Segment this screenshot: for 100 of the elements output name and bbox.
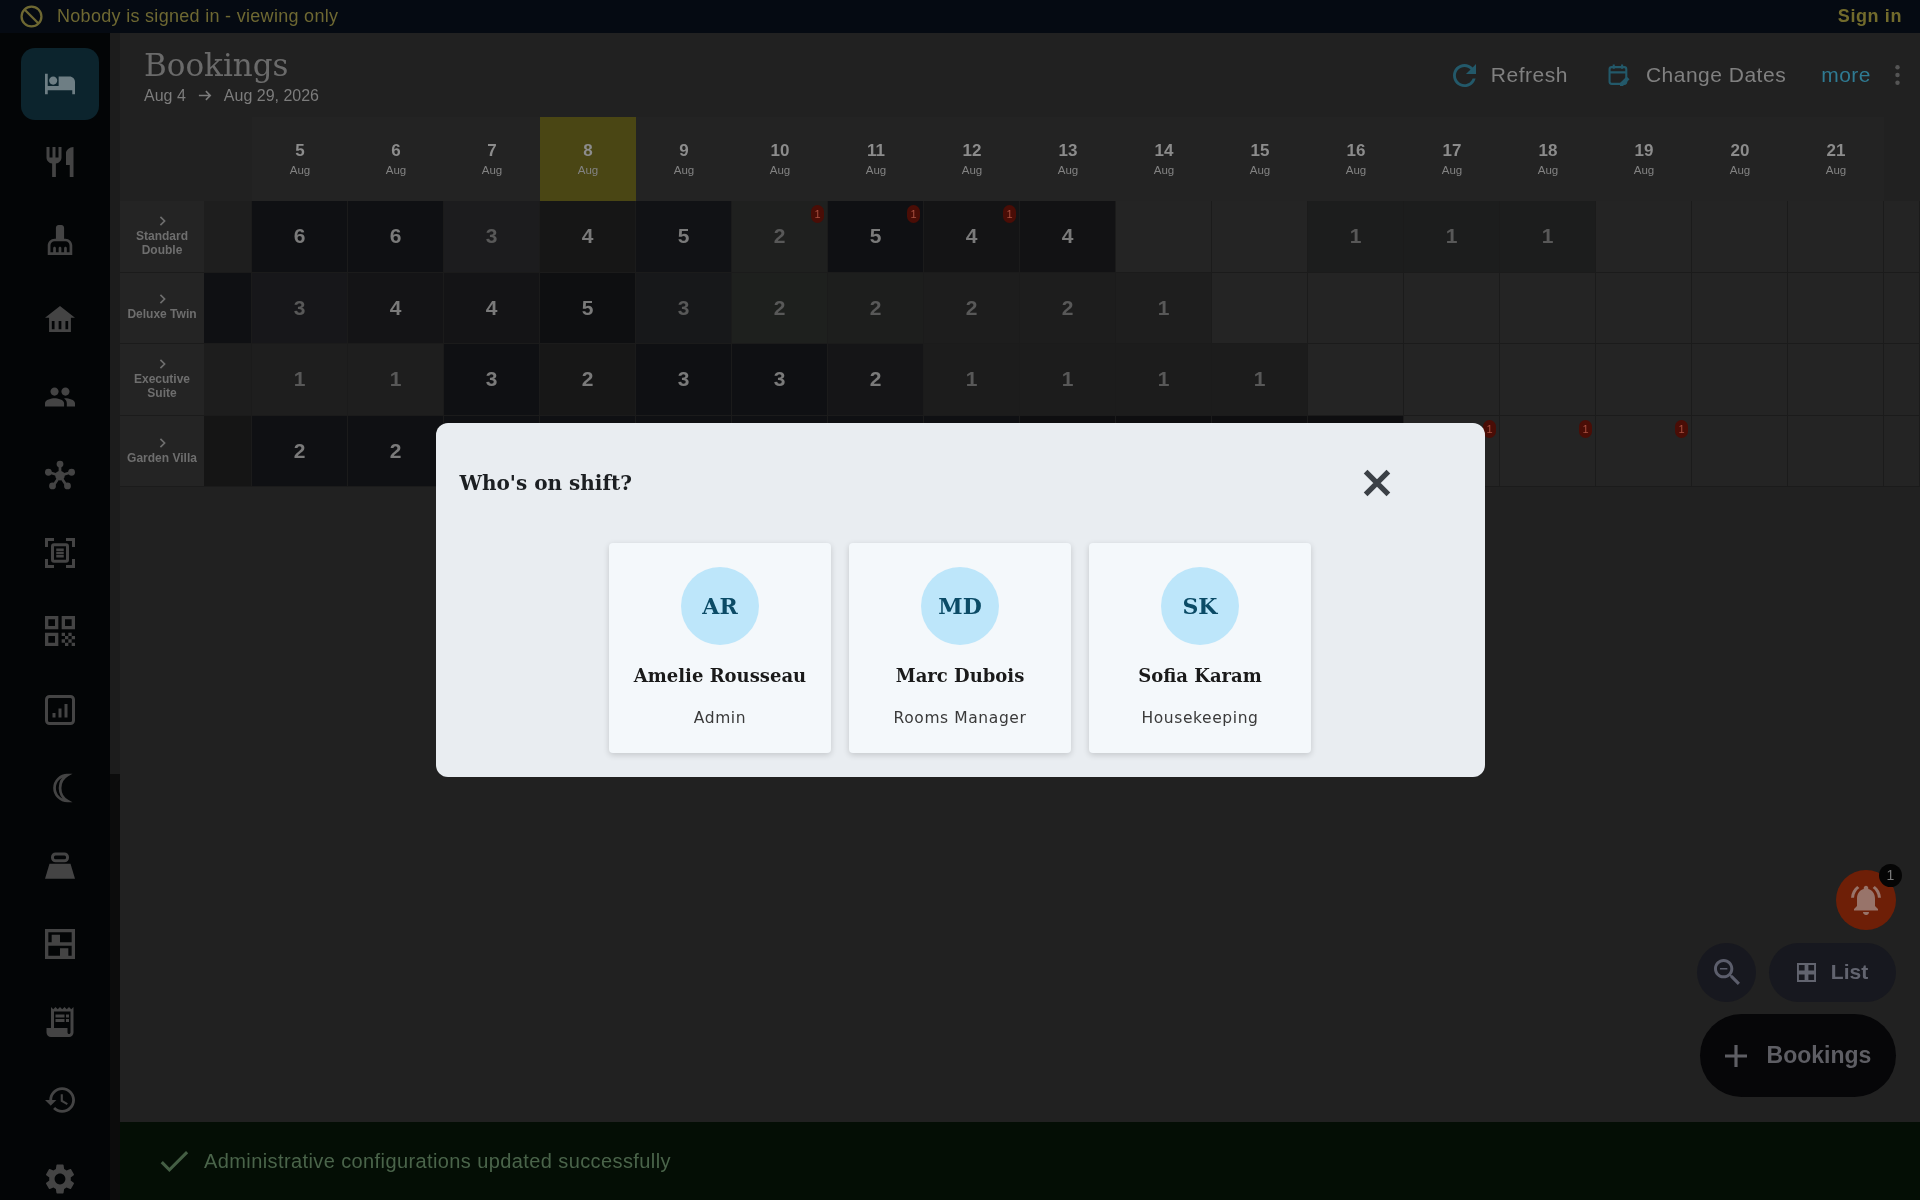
day-number: 21 bbox=[1826, 141, 1846, 161]
day-number: 18 bbox=[1538, 141, 1558, 161]
month-label: Aug bbox=[577, 163, 599, 177]
room-count: 1 bbox=[293, 367, 306, 392]
day-number: 8 bbox=[583, 141, 593, 161]
month-label: Aug bbox=[1633, 163, 1655, 177]
staff-name: Marc Dubois bbox=[895, 664, 1025, 688]
room-count: 4 bbox=[485, 295, 498, 320]
month-label: Aug bbox=[1729, 163, 1751, 177]
room-count: 2 bbox=[773, 224, 786, 249]
room-count: 3 bbox=[773, 367, 786, 392]
day-number: 17 bbox=[1442, 141, 1462, 161]
day-number: 14 bbox=[1154, 141, 1174, 161]
nav-item[interactable] bbox=[21, 48, 99, 120]
staff-card[interactable]: MD Marc Dubois Rooms Manager bbox=[849, 543, 1071, 753]
page-title: Bookings bbox=[144, 45, 290, 84]
signed-out-message: Nobody is signed in - viewing only bbox=[57, 6, 340, 27]
kebab-menu-icon bbox=[1894, 65, 1900, 85]
staff-card[interactable]: AR Amelie Rousseau Admin bbox=[609, 543, 831, 753]
room-count: 2 bbox=[389, 439, 402, 464]
staff-role: Housekeeping bbox=[1141, 708, 1259, 728]
room-count: 2 bbox=[293, 439, 306, 464]
room-count: 2 bbox=[965, 295, 978, 320]
toast-message: Administrative configurations updated successfully bbox=[204, 1149, 671, 1173]
day-number: 7 bbox=[487, 141, 497, 161]
notifications-button[interactable] bbox=[1836, 870, 1896, 930]
alert-badge: 1 bbox=[1003, 205, 1016, 223]
staff-name: Sofia Karam bbox=[1138, 664, 1262, 688]
room-count: 1 bbox=[1253, 367, 1266, 392]
room-count: 3 bbox=[485, 224, 498, 249]
new-booking-button[interactable]: Bookings bbox=[1700, 1014, 1896, 1097]
zoom-out-icon bbox=[1713, 959, 1740, 985]
qr-code-icon bbox=[45, 616, 75, 647]
avatar: MD bbox=[921, 567, 999, 645]
month-label: Aug bbox=[1825, 163, 1847, 177]
month-label: Aug bbox=[769, 163, 791, 177]
day-number: 16 bbox=[1346, 141, 1366, 161]
check-icon bbox=[160, 1149, 189, 1173]
notification-badge: 1 bbox=[1879, 864, 1902, 887]
date-range-start: Aug 4 bbox=[144, 86, 186, 105]
room-count: 2 bbox=[773, 295, 786, 320]
close-icon bbox=[1362, 469, 1391, 497]
alert-badge: 1 bbox=[1579, 419, 1592, 438]
room-count: 1 bbox=[1157, 295, 1170, 320]
day-number: 19 bbox=[1634, 141, 1654, 161]
room-count: 5 bbox=[677, 224, 690, 249]
room-count: 4 bbox=[581, 224, 594, 249]
room-count: 3 bbox=[293, 295, 306, 320]
list-view-button[interactable]: List bbox=[1769, 942, 1896, 1002]
room-count: 2 bbox=[869, 295, 882, 320]
alert-badge: 1 bbox=[907, 205, 920, 223]
room-count: 1 bbox=[1157, 367, 1170, 392]
history-icon bbox=[45, 1085, 75, 1116]
settings-icon bbox=[45, 1163, 75, 1194]
day-number: 10 bbox=[770, 141, 790, 161]
staff-card[interactable]: SK Sofia Karam Housekeeping bbox=[1089, 543, 1311, 753]
room-count: 3 bbox=[677, 367, 690, 392]
day-number: 13 bbox=[1058, 141, 1078, 161]
day-number: 12 bbox=[962, 141, 982, 161]
room-count: 2 bbox=[869, 367, 882, 392]
room-count: 5 bbox=[581, 295, 594, 320]
scrollbar-thumb[interactable] bbox=[110, 33, 120, 774]
day-number: 6 bbox=[391, 141, 401, 161]
bar-chart-icon bbox=[45, 694, 75, 725]
month-label: Aug bbox=[865, 163, 887, 177]
room-count: 1 bbox=[1061, 367, 1074, 392]
avatar: AR bbox=[681, 567, 759, 645]
month-label: Aug bbox=[1057, 163, 1079, 177]
shelves-icon bbox=[45, 929, 75, 960]
room-count: 2 bbox=[1061, 295, 1074, 320]
network-icon bbox=[45, 459, 75, 490]
house-icon bbox=[45, 303, 75, 334]
room-count: 6 bbox=[389, 224, 402, 249]
staff-role: Rooms Manager bbox=[893, 708, 1027, 728]
day-number: 5 bbox=[295, 141, 305, 161]
arrow-right-icon bbox=[197, 90, 212, 101]
room-count: 2 bbox=[581, 367, 594, 392]
month-label: Aug bbox=[1537, 163, 1559, 177]
month-label: Aug bbox=[961, 163, 983, 177]
alert-badge: 1 bbox=[1483, 419, 1496, 438]
room-count: 4 bbox=[389, 295, 402, 320]
refresh-icon bbox=[1452, 63, 1476, 87]
room-count: 3 bbox=[485, 367, 498, 392]
more-link[interactable]: more bbox=[1821, 63, 1871, 87]
day-number: 20 bbox=[1730, 141, 1750, 161]
month-label: Aug bbox=[1345, 163, 1367, 177]
sign-in-link[interactable]: Sign in bbox=[1837, 6, 1902, 27]
room-count: 1 bbox=[1445, 224, 1458, 249]
refresh-button[interactable]: Refresh bbox=[1443, 55, 1577, 95]
room-count: 5 bbox=[869, 224, 882, 249]
prohibited-icon bbox=[20, 5, 43, 28]
avatar: SK bbox=[1161, 567, 1239, 645]
scan-document-icon bbox=[45, 538, 75, 569]
staff-role: Admin bbox=[693, 708, 747, 728]
calendar-edit-icon bbox=[1607, 63, 1631, 87]
change-dates-button[interactable]: Change Dates bbox=[1598, 55, 1796, 95]
month-label: Aug bbox=[481, 163, 503, 177]
weight-icon bbox=[45, 850, 75, 881]
month-label: Aug bbox=[1249, 163, 1271, 177]
grid-icon bbox=[1796, 962, 1816, 982]
